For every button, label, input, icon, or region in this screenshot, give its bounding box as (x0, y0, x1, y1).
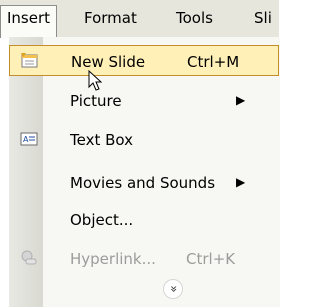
text-box-icon: A (20, 131, 38, 147)
menu-item-picture[interactable]: Picture ▶ (9, 85, 279, 116)
menu-expand-row[interactable]: » (9, 279, 279, 307)
menu-insert-label: Insert (7, 9, 51, 27)
submenu-arrow-icon: ▶ (236, 175, 246, 189)
menu-item-movies-and-sounds-label: Movies and Sounds (70, 174, 216, 192)
menu-item-hyperlink[interactable]: Hyperlink... Ctrl+K (9, 243, 279, 274)
new-slide-icon (21, 53, 39, 69)
menu-tools[interactable]: Tools (170, 6, 219, 30)
menu-bar: Insert Format Tools Sli (0, 0, 279, 38)
menu-insert[interactable]: Insert (0, 5, 58, 38)
svg-text:A: A (23, 135, 29, 144)
menu-slide-show-label: Sli (254, 9, 272, 27)
menu-item-hyperlink-shortcut: Ctrl+K (186, 250, 236, 268)
menu-item-new-slide-shortcut: Ctrl+M (187, 53, 240, 71)
menu-item-object[interactable]: Object... (9, 204, 279, 235)
submenu-arrow-icon: ▶ (236, 93, 246, 107)
expand-chevron-icon[interactable]: » (163, 279, 183, 299)
menu-item-hyperlink-label: Hyperlink... (70, 250, 156, 268)
menu-item-new-slide-label: New Slide (71, 53, 146, 71)
menu-tools-label: Tools (176, 9, 213, 27)
menu-item-picture-label: Picture (70, 92, 122, 110)
menu-item-text-box-label: Text Box (70, 131, 133, 149)
menu-format-label: Format (84, 9, 137, 27)
menu-item-object-label: Object... (70, 211, 134, 229)
menu-slide-show[interactable]: Sli (248, 6, 278, 30)
menu-item-movies-and-sounds[interactable]: Movies and Sounds ▶ (9, 167, 279, 198)
hyperlink-icon (20, 250, 38, 266)
menu-item-new-slide[interactable]: New Slide Ctrl+M (9, 45, 279, 91)
menu-format[interactable]: Format (78, 6, 143, 30)
menu-item-text-box[interactable]: A Text Box (9, 124, 279, 155)
